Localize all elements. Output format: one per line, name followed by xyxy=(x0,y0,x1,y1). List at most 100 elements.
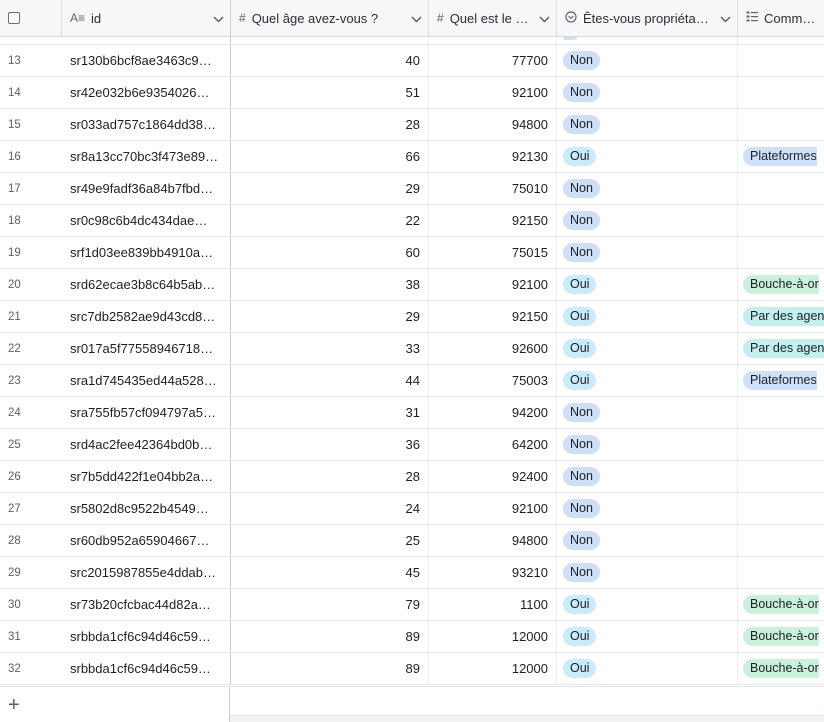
cell-postal-code[interactable]: 75015 xyxy=(429,237,557,268)
table-row[interactable]: 27 sr5802d8c9522b4549… 24 92100 Non xyxy=(0,493,824,525)
cell-postal-code[interactable]: 64200 xyxy=(429,429,557,460)
cell-comment[interactable] xyxy=(738,109,824,140)
cell-age[interactable]: 29 xyxy=(231,301,429,332)
cell-owner[interactable]: Non xyxy=(557,429,738,460)
cell-postal-code[interactable]: 75010 xyxy=(429,173,557,204)
cell-age[interactable]: 89 xyxy=(231,621,429,652)
chevron-down-icon[interactable] xyxy=(411,11,422,26)
cell-id[interactable]: sr73b20cfcbac44d82a… xyxy=(62,589,231,620)
cell-age[interactable]: 22 xyxy=(231,205,429,236)
cell-postal-code[interactable]: 77700 xyxy=(429,45,557,76)
cell-owner[interactable]: Non xyxy=(557,77,738,108)
table-row[interactable]: 13 sr130b6bcf8ae3463c9… 40 77700 Non xyxy=(0,45,824,77)
table-row[interactable]: 19 srf1d03ee839bb4910a… 60 75015 Non xyxy=(0,237,824,269)
cell-comment[interactable] xyxy=(738,173,824,204)
cell-comment[interactable]: Par des agen xyxy=(738,333,824,364)
cell-postal-code[interactable]: 92100 xyxy=(429,493,557,524)
table-row[interactable]: 24 sra755fb57cf094797a5… 31 94200 Non xyxy=(0,397,824,429)
cell-comment[interactable]: Bouche-à-or xyxy=(738,589,824,620)
cell-comment[interactable]: Plateformes xyxy=(738,141,824,172)
cell-owner[interactable]: Oui xyxy=(557,141,738,172)
cell-owner[interactable]: Non xyxy=(557,525,738,556)
cell-id[interactable]: sr49e9fadf36a84b7fbd… xyxy=(62,173,231,204)
cell-comment[interactable] xyxy=(738,45,824,76)
cell-owner[interactable]: Non xyxy=(557,461,738,492)
cell-id[interactable]: sr0c98c6b4dc434dae… xyxy=(62,205,231,236)
cell-owner[interactable]: Non xyxy=(557,173,738,204)
table-row[interactable]: 22 sr017a5f77558946718… 33 92600 Oui Par des … xyxy=(0,333,824,365)
cell-id[interactable]: sra755fb57cf094797a5… xyxy=(62,397,231,428)
cell-comment[interactable]: Par des agen xyxy=(738,301,824,332)
cell-comment[interactable]: Plateformes xyxy=(738,365,824,396)
cell-id[interactable]: sr42e032b6e9354026… xyxy=(62,77,231,108)
table-row[interactable]: 28 sr60db952a65904667… 25 94800 Non xyxy=(0,525,824,557)
table-row[interactable]: 29 src2015987855e4ddab… 45 93210 Non xyxy=(0,557,824,589)
cell-age[interactable]: 38 xyxy=(231,269,429,300)
cell-id[interactable]: srd4ac2fee42364bd0b… xyxy=(62,429,231,460)
cell-age[interactable]: 31 xyxy=(231,397,429,428)
table-row[interactable]: 30 sr73b20cfcbac44d82a… 79 1100 Oui Bouche-à-… xyxy=(0,589,824,621)
cell-age[interactable]: 44 xyxy=(231,365,429,396)
column-header-owner[interactable]: Êtes-vous propriéta… xyxy=(557,0,738,36)
cell-comment[interactable]: Bouche-à-or xyxy=(738,621,824,652)
cell-age[interactable]: 36 xyxy=(231,429,429,460)
cell-id[interactable]: srbbda1cf6c94d46c59… xyxy=(62,653,231,684)
cell-postal-code[interactable]: 92130 xyxy=(429,141,557,172)
cell-age[interactable]: 28 xyxy=(231,109,429,140)
cell-owner[interactable]: Oui xyxy=(557,269,738,300)
cell-owner[interactable]: Non xyxy=(557,237,738,268)
cell-owner[interactable]: Oui xyxy=(557,589,738,620)
table-row[interactable]: 20 srd62ecae3b8c64b5ab… 38 92100 Oui Bouche-à… xyxy=(0,269,824,301)
cell-id[interactable]: srbbda1cf6c94d46c59… xyxy=(62,621,231,652)
cell-age[interactable]: 24 xyxy=(231,493,429,524)
column-header-postal-code[interactable]: # Quel est le … xyxy=(429,0,557,36)
cell-postal-code[interactable]: 75003 xyxy=(429,365,557,396)
cell-postal-code[interactable]: 94800 xyxy=(429,525,557,556)
cell-comment[interactable]: Bouche-à-or xyxy=(738,653,824,684)
cell-comment[interactable] xyxy=(738,557,824,588)
cell-age[interactable]: 25 xyxy=(231,525,429,556)
cell-postal-code[interactable]: 92400 xyxy=(429,461,557,492)
cell-id[interactable]: src2015987855e4ddab… xyxy=(62,557,231,588)
cell-id[interactable]: sr017a5f77558946718… xyxy=(62,333,231,364)
cell-age[interactable]: 40 xyxy=(231,45,429,76)
cell-comment[interactable] xyxy=(738,205,824,236)
cell-comment[interactable]: Bouche-à-or xyxy=(738,269,824,300)
cell-owner[interactable]: Oui xyxy=(557,621,738,652)
cell-comment[interactable] xyxy=(738,237,824,268)
cell-id[interactable]: sr130b6bcf8ae3463c9… xyxy=(62,45,231,76)
cell-id[interactable]: sr8a13cc70bc3f473e89… xyxy=(62,141,231,172)
cell-owner[interactable]: Non xyxy=(557,205,738,236)
cell-owner[interactable]: Non xyxy=(557,109,738,140)
table-row[interactable]: 25 srd4ac2fee42364bd0b… 36 64200 Non xyxy=(0,429,824,461)
cell-postal-code[interactable]: 94200 xyxy=(429,397,557,428)
chevron-down-icon[interactable] xyxy=(539,11,550,26)
table-row[interactable]: 26 sr7b5dd422f1e04bb2a… 28 92400 Non xyxy=(0,461,824,493)
cell-id[interactable]: srd62ecae3b8c64b5ab… xyxy=(62,269,231,300)
table-row[interactable]: 14 sr42e032b6e9354026… 51 92100 Non xyxy=(0,77,824,109)
table-row[interactable]: 16 sr8a13cc70bc3f473e89… 66 92130 Oui Platefo… xyxy=(0,141,824,173)
cell-owner[interactable]: Oui xyxy=(557,365,738,396)
cell-owner[interactable]: Non xyxy=(557,557,738,588)
table-row[interactable]: 15 sr033ad757c1864dd38… 28 94800 Non xyxy=(0,109,824,141)
add-row-area[interactable]: + xyxy=(0,687,230,722)
column-header-id[interactable]: A≡ id xyxy=(62,0,231,36)
cell-postal-code[interactable]: 92100 xyxy=(429,77,557,108)
cell-id[interactable]: sra1d745435ed44a528… xyxy=(62,365,231,396)
cell-comment[interactable] xyxy=(738,429,824,460)
cell-age[interactable]: 89 xyxy=(231,653,429,684)
cell-postal-code[interactable]: 93210 xyxy=(429,557,557,588)
cell-age[interactable]: 51 xyxy=(231,77,429,108)
cell-postal-code[interactable]: 92150 xyxy=(429,301,557,332)
chevron-down-icon[interactable] xyxy=(213,11,224,26)
select-all-checkbox[interactable] xyxy=(8,12,20,24)
cell-age[interactable]: 29 xyxy=(231,173,429,204)
cell-id[interactable]: srf1d03ee839bb4910a… xyxy=(62,237,231,268)
cell-age[interactable]: 79 xyxy=(231,589,429,620)
chevron-down-icon[interactable] xyxy=(720,11,731,26)
cell-postal-code[interactable]: 92150 xyxy=(429,205,557,236)
table-row[interactable]: 17 sr49e9fadf36a84b7fbd… 29 75010 Non xyxy=(0,173,824,205)
cell-postal-code[interactable]: 92100 xyxy=(429,269,557,300)
cell-owner[interactable]: Oui xyxy=(557,653,738,684)
cell-id[interactable]: sr5802d8c9522b4549… xyxy=(62,493,231,524)
